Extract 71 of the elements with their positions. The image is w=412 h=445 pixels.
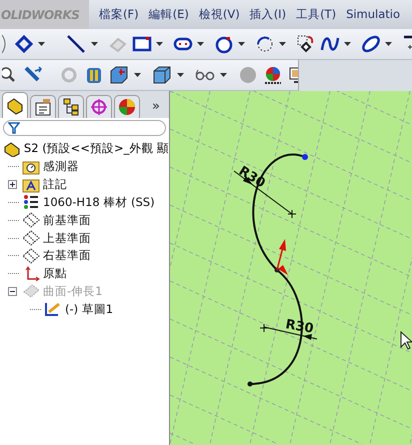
more-tabs-button[interactable]: »: [152, 99, 160, 114]
panel-tab[interactable]: [2, 92, 28, 118]
color-ball-icon[interactable]: [263, 65, 283, 85]
sketch-icon: [44, 301, 62, 318]
caret-icon[interactable]: [238, 42, 245, 46]
plane-icon: [22, 230, 40, 246]
slot-icon[interactable]: [173, 37, 193, 51]
tree-structure-icon: [62, 98, 80, 116]
caret-icon[interactable]: [91, 42, 98, 46]
tree-item[interactable]: 前基準面: [43, 212, 91, 228]
endpoint[interactable]: [248, 382, 252, 386]
property-sheet-icon: [34, 98, 52, 116]
material-icon: [22, 194, 40, 210]
filter-icon: [8, 122, 20, 134]
plane-icon: [22, 212, 40, 228]
surface-icon: [22, 283, 40, 300]
tree-item[interactable]: 上基準面: [43, 230, 91, 246]
menu-item[interactable]: 編輯(E): [148, 7, 189, 22]
line-icon[interactable]: [65, 33, 87, 55]
menu-item[interactable]: 插入(I): [250, 7, 286, 22]
tree-item[interactable]: S2 (預設<<預設>_外觀 顯: [24, 141, 169, 156]
cursor-icon: [400, 330, 412, 350]
sphere-icon: [238, 65, 258, 85]
sensor-folder-icon: [22, 158, 40, 175]
endpoint[interactable]: [274, 268, 280, 272]
crosshair-icon: [90, 98, 108, 116]
menu-item[interactable]: 工具(T): [296, 7, 336, 22]
caret-icon[interactable]: [156, 42, 163, 46]
tree-item[interactable]: 感測器: [43, 159, 79, 174]
part-icon: [6, 96, 24, 114]
axis-arrow: [276, 239, 288, 275]
annotation-folder-icon: [22, 176, 40, 193]
glasses-icon[interactable]: [195, 68, 215, 82]
plane-icon: [22, 248, 40, 264]
expand-icon[interactable]: [8, 180, 17, 190]
caret-icon[interactable]: [197, 42, 204, 46]
endpoint[interactable]: [302, 154, 308, 160]
center-mark: [260, 324, 268, 332]
convert-entities-icon[interactable]: [296, 34, 316, 54]
caret-icon[interactable]: [134, 73, 141, 77]
caret-icon[interactable]: [279, 42, 286, 46]
panel-tab[interactable]: [30, 95, 56, 118]
ellipse-icon[interactable]: [361, 34, 381, 54]
panel-tab[interactable]: [58, 95, 84, 118]
menu-item[interactable]: 檔案(F): [99, 7, 139, 22]
tree-item[interactable]: 右基準面: [43, 248, 91, 264]
filter-field[interactable]: [3, 120, 166, 136]
circle-icon[interactable]: [214, 34, 234, 54]
dimension-icon[interactable]: [14, 34, 34, 54]
tree-item[interactable]: (-) 草圖1: [65, 302, 114, 317]
tree-item[interactable]: 註記: [43, 177, 67, 192]
section-view-icon[interactable]: [84, 65, 104, 85]
menu-item[interactable]: Simulatio: [346, 7, 400, 22]
view-orientation-icon[interactable]: [109, 65, 129, 85]
cube-icon[interactable]: [152, 65, 172, 85]
caret-icon[interactable]: [385, 42, 392, 46]
tree-item[interactable]: 原點: [43, 266, 67, 282]
tree-item[interactable]: 1060-H18 棒材 (SS): [43, 194, 155, 210]
color-ball-icon: [118, 98, 136, 116]
caret-icon[interactable]: [220, 73, 227, 77]
rectangle-icon[interactable]: [132, 35, 152, 53]
center-mark: [288, 210, 296, 218]
rotate-icon: [59, 65, 79, 85]
arc-icon[interactable]: [255, 34, 275, 54]
caret-icon[interactable]: [38, 42, 45, 46]
part-icon: [3, 140, 20, 156]
caret-icon[interactable]: [344, 42, 351, 46]
app-logo: OLIDWORKS: [0, 0, 89, 29]
menu-item[interactable]: 檢視(V): [198, 7, 240, 22]
caret-icon[interactable]: [177, 73, 184, 77]
collapse-icon[interactable]: [8, 286, 17, 296]
